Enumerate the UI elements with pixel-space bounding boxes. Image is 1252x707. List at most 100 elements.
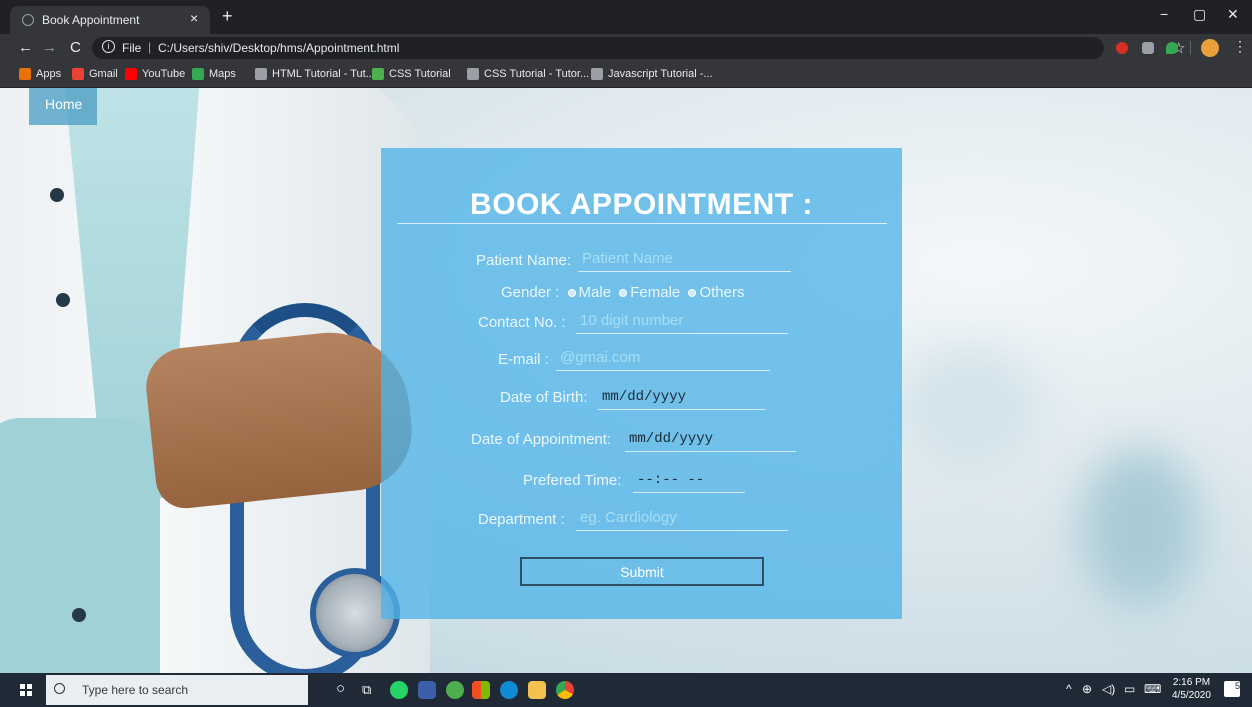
dob-label: Date of Birth: [500,389,588,406]
taskbar-search-placeholder: Type here to search [82,683,189,697]
scheme-separator: | [148,40,152,54]
bookmark-label: Gmail [89,68,118,80]
page-title: BOOK APPOINTMENT : [470,188,813,221]
nav-home-link[interactable]: Home [29,88,97,125]
contact-label: Contact No. : [478,314,566,331]
coat-button [56,293,70,307]
department-label: Department : [478,511,565,528]
notification-icon[interactable]: 5 [1224,681,1240,697]
task-view-icon[interactable]: ⧉ [362,682,371,698]
gender-male-radio[interactable] [567,289,576,298]
app-icon[interactable] [418,681,436,699]
bookmark-item[interactable]: Javascript Tutorial -... [591,68,713,80]
microsoft-store-icon[interactable] [472,681,490,699]
gender-row: Gender : Male Female Others [501,284,744,301]
browser-toolbar: ← → C i File | C:/Users/shiv/Desktop/hms… [0,34,1252,62]
file-explorer-icon[interactable] [528,681,546,699]
background-blur [900,348,1040,468]
forward-button[interactable]: → [42,39,57,56]
doctor-sleeve [0,418,160,673]
gender-female-label: Female [630,284,681,301]
gender-male-label: Male [578,284,612,301]
new-tab-button[interactable]: + [222,7,233,25]
apps-grid-icon [19,68,31,80]
clock-date: 4/5/2020 [1172,690,1211,701]
gender-others-radio[interactable] [688,289,697,298]
profile-avatar[interactable] [1201,39,1219,57]
edge-icon[interactable] [500,681,518,699]
close-window-button[interactable]: ✕ [1227,6,1239,23]
extension-green-icon[interactable] [1166,42,1178,54]
patient-name-input[interactable] [578,246,791,272]
cortana-icon[interactable]: ○ [336,680,345,697]
bookmark-label: CSS Tutorial - Tutor... [484,68,590,80]
taskbar-clock[interactable]: 2:16 PM 4/5/2020 [1172,676,1211,702]
gender-others-label: Others [699,284,745,301]
bookmark-item[interactable]: Apps [19,68,61,80]
email-input[interactable] [556,345,770,371]
gender-label: Gender : [501,284,560,301]
battery-icon[interactable]: ▭ [1124,682,1135,696]
back-button[interactable]: ← [18,39,33,56]
maximize-button[interactable]: ▢ [1193,6,1206,23]
appointment-form-panel: BOOK APPOINTMENT : Patient Name: Gender … [381,148,902,619]
doctor-hand [142,324,418,512]
w3schools-icon [467,68,479,80]
bookmark-item[interactable]: YouTube [125,68,185,80]
tray-chevron-icon[interactable]: ^ [1066,682,1072,696]
volume-icon[interactable]: ◁) [1102,682,1115,696]
email-label: E-mail : [498,351,549,368]
tab-title: Book Appointment [42,13,140,27]
submit-button[interactable]: Submit [520,557,764,586]
bookmark-item[interactable]: CSS Tutorial - Tutor... [467,68,589,80]
page-viewport: Home BOOK APPOINTMENT : Patient Name: Ge… [0,88,1252,673]
bookmark-label: Apps [36,68,62,80]
tab-book-appointment[interactable]: Book Appointment × [10,6,210,34]
windows-start-icon[interactable] [20,684,32,696]
tab-close-icon[interactable]: × [190,10,198,26]
keyboard-icon[interactable]: ⌨ [1144,682,1161,696]
globe-icon [22,14,34,26]
bookmark-label: HTML Tutorial - Tut... [272,68,375,80]
dob-input[interactable] [598,384,766,410]
browser-tabstrip: Book Appointment × + − ▢ ✕ [0,0,1252,34]
windows-taskbar: Type here to search ○ ⧉ ^ ⊕ ◁) ▭ ⌨ 2:16 … [0,673,1252,707]
title-divider [397,223,887,224]
gender-female-radio[interactable] [619,289,628,298]
address-bar[interactable]: i File | C:/Users/shiv/Desktop/hms/Appoi… [92,37,1185,59]
bookmark-item[interactable]: Gmail [72,68,118,80]
extension-red-icon[interactable] [1116,42,1128,54]
bookmark-item[interactable]: HTML Tutorial - Tut... [255,68,375,80]
minimize-button[interactable]: − [1160,6,1168,22]
app-green-icon[interactable] [446,681,464,699]
bookmark-label: Maps [209,68,236,80]
reload-button[interactable]: C [70,39,81,56]
coat-button [50,188,64,202]
clock-time: 2:16 PM [1172,677,1211,688]
background-blur [1080,448,1200,608]
scheme-label: File [122,41,142,55]
chrome-icon[interactable] [556,681,574,699]
time-label: Prefered Time: [523,472,622,489]
department-input[interactable] [576,505,788,531]
time-input[interactable] [633,467,745,493]
whatsapp-icon[interactable] [390,681,408,699]
maps-icon [192,68,204,80]
w3schools-icon [255,68,267,80]
gmail-icon [72,68,84,80]
taskbar-search-box[interactable]: Type here to search [46,675,308,705]
language-icon[interactable]: ⊕ [1082,682,1092,696]
w3schools-icon [372,68,384,80]
bookmark-label: Javascript Tutorial -... [608,68,713,80]
doa-label: Date of Appointment: [471,431,612,448]
bookmark-item[interactable]: Maps [192,68,236,80]
url-text[interactable]: C:/Users/shiv/Desktop/hms/Appointment.ht… [158,41,399,55]
w3schools-icon [591,68,603,80]
info-icon[interactable]: i [102,40,115,53]
bookmark-label: YouTube [142,68,186,80]
menu-icon[interactable]: ⋮ [1233,38,1247,55]
contact-input[interactable] [576,308,788,334]
doa-input[interactable] [625,426,796,452]
extension-grey-icon[interactable] [1142,42,1154,54]
bookmark-item[interactable]: CSS Tutorial [372,68,451,80]
